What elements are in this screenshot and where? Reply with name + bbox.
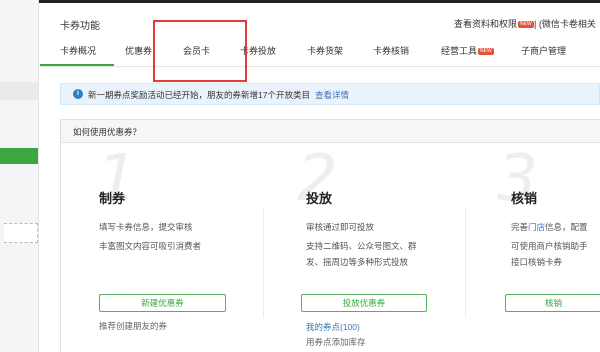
card-header: 如何使用优惠券？ [61, 120, 600, 143]
step-desc-part: 完善 [511, 222, 529, 232]
store-link[interactable]: 门店 [528, 222, 545, 232]
tab-coupons[interactable]: 优惠券 [125, 44, 152, 57]
notice-text: 新一期券点奖励活动已经开始，朋友的券新增17个开放类目 查看详情 [88, 89, 349, 101]
header-extra-link[interactable]: | (微信卡卷相关 [534, 17, 596, 30]
new-badge: NEW [478, 48, 494, 55]
notice-banner: i 新一期券点奖励活动已经开始，朋友的券新增17个开放类目 查看详情 [60, 83, 600, 105]
notice-details-link[interactable]: 查看详情 [315, 90, 349, 100]
step-desc: 填写卡券信息，提交审核 [99, 222, 193, 232]
sidebar-item-active[interactable] [0, 148, 38, 164]
step-foot: 推荐创建朋友的券 [99, 321, 168, 331]
view-permissions-link[interactable]: 查看资料和权限 NEW [454, 17, 535, 30]
card-header-title: 如何使用优惠券？ [73, 127, 142, 137]
new-badge: NEW [518, 21, 534, 28]
tab-sub-merchant[interactable]: 子商户管理 [521, 44, 566, 57]
tab-business-tools[interactable]: 经营工具 NEW [441, 44, 495, 57]
distribute-coupon-button[interactable]: 投放优惠券 [301, 294, 427, 312]
top-bar [0, 0, 600, 3]
sidebar-dashed-box[interactable] [4, 223, 38, 243]
view-permissions-label[interactable]: 查看资料和权限 [454, 19, 517, 29]
left-sidebar [0, 0, 39, 352]
my-points-link[interactable]: 我的券点(100) [306, 321, 360, 333]
step-desc: 接口核销卡券 [511, 257, 563, 267]
step-desc-part: 信息，配置 [545, 222, 588, 232]
page-title: 卡券功能 [60, 21, 100, 32]
create-coupon-button[interactable]: 新建优惠券 [99, 294, 226, 312]
step-desc: 丰富图文内容可吸引消费者 [99, 241, 202, 251]
step-desc: 发、摇周边等多种形式投放 [306, 257, 409, 267]
column-divider [465, 208, 466, 318]
step-desc: 支持二维码、公众号图文、群 [306, 241, 417, 251]
tab-business-tools-label: 经营工具 [441, 46, 478, 56]
tab-bar: 卡券概况 优惠券 会员卡 卡券投放 卡券货架 卡券核销 经营工具 NEW 子商户管… [40, 38, 600, 67]
step-title-redeem: 核销 [511, 191, 538, 206]
column-divider [263, 208, 264, 318]
step-desc: 完善门店信息，配置 [511, 221, 588, 234]
highlight-annotation-box [153, 20, 247, 82]
step-title-create: 制券 [99, 191, 126, 206]
step-desc: 可使用商户核销助手 [511, 241, 588, 251]
sidebar-item[interactable] [0, 82, 38, 100]
redeem-button[interactable]: 核销 [505, 294, 600, 312]
active-tab-indicator [40, 64, 114, 66]
tab-card-shelf[interactable]: 卡券货架 [307, 44, 343, 57]
info-circle-icon: i [73, 89, 83, 99]
coupon-guide-card: 如何使用优惠券？ 1 制券 填写卡券信息，提交审核 丰富图文内容可吸引消费者 新… [60, 119, 600, 352]
notice-message: 新一期券点奖励活动已经开始，朋友的券新增17个开放类目 [88, 90, 310, 100]
tab-card-overview[interactable]: 卡券概况 [60, 44, 96, 57]
step-foot: 用券点添加库存 [306, 337, 366, 347]
tab-card-redemption[interactable]: 卡券核销 [373, 44, 409, 57]
step-desc: 审核通过即可投放 [306, 222, 375, 232]
step-title-distribute: 投放 [306, 191, 333, 206]
